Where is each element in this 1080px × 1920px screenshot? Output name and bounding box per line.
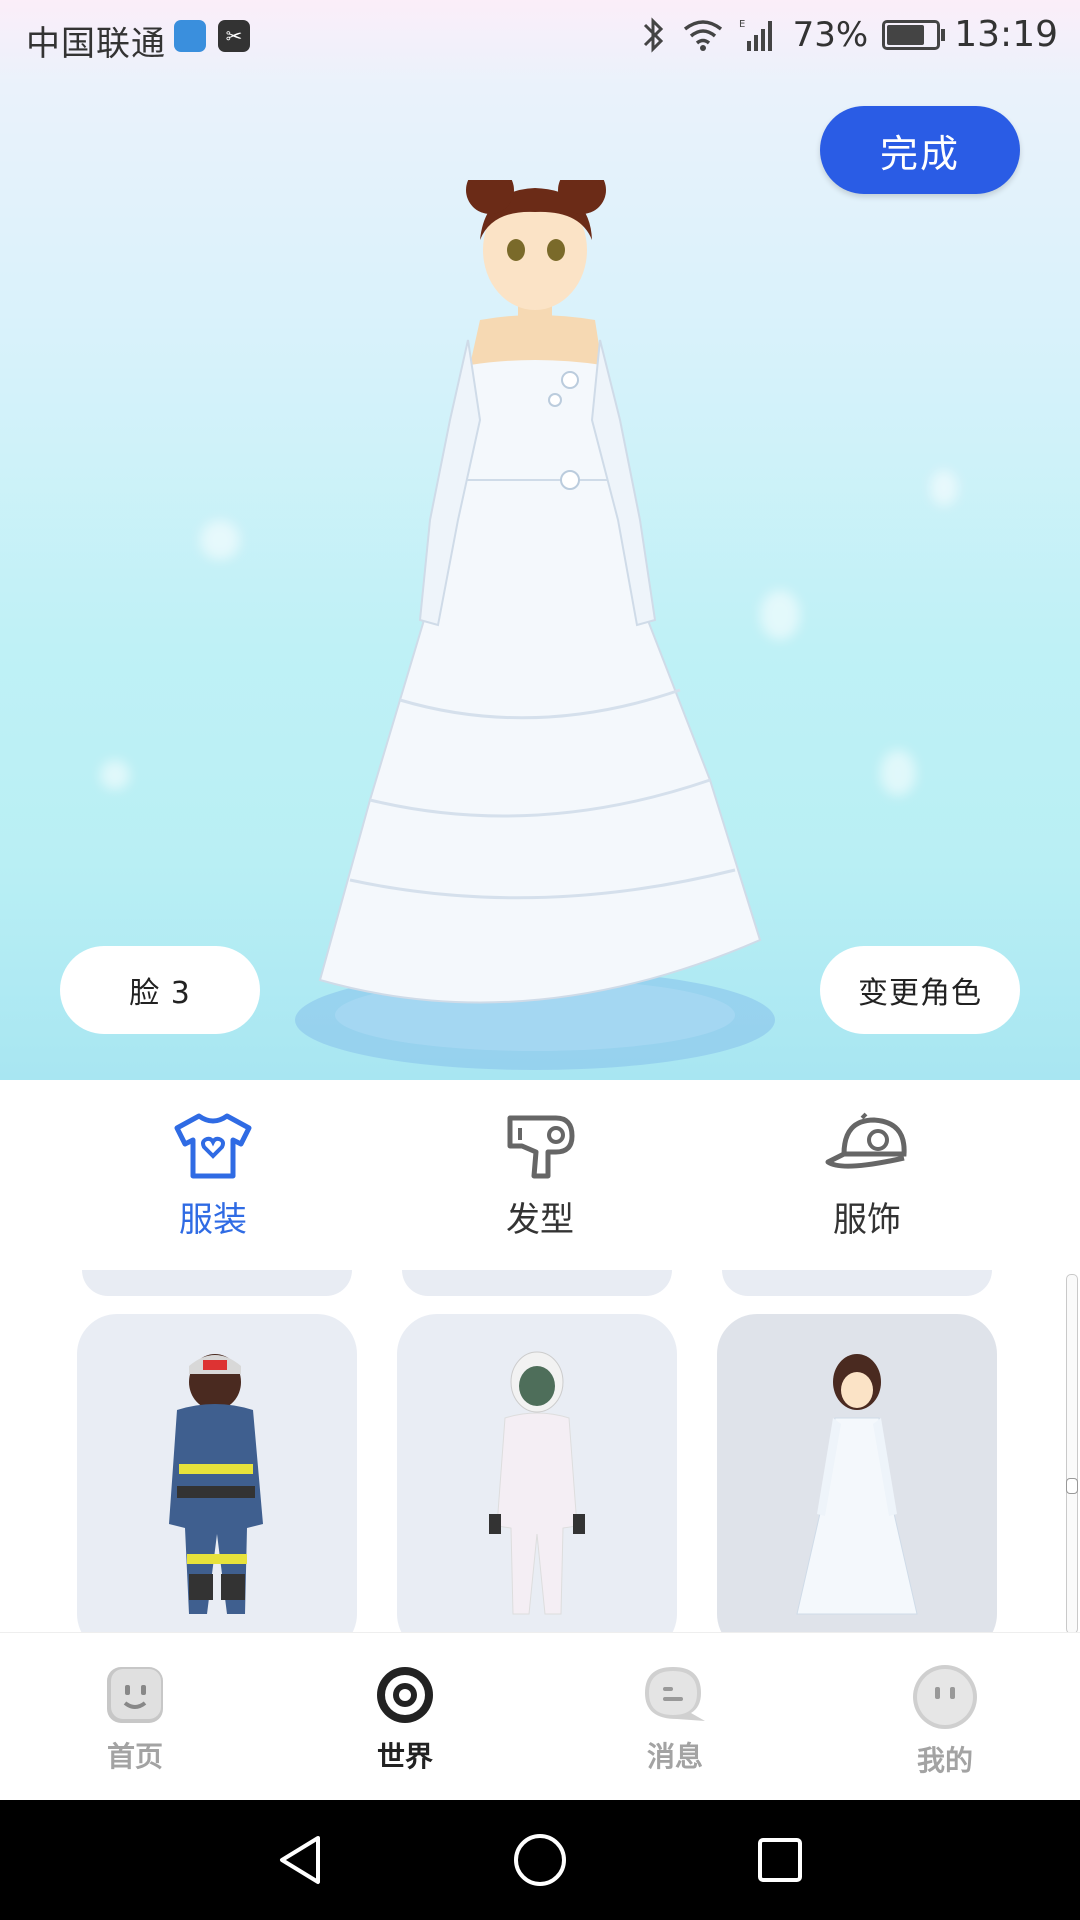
bokeh-light: [100, 760, 130, 790]
battery-percent: 73%: [792, 14, 869, 55]
firefighter-outfit-image: [169, 1354, 263, 1614]
world-ring-icon: [377, 1667, 433, 1723]
tab-accessories[interactable]: 服饰: [787, 1110, 947, 1241]
nav-world[interactable]: 世界: [330, 1663, 480, 1775]
face-select-button[interactable]: 脸 3: [60, 946, 260, 1034]
back-icon[interactable]: [270, 1830, 330, 1890]
tshirt-icon: [174, 1113, 252, 1179]
svg-text:E: E: [739, 19, 745, 30]
nav-home-label: 首页: [106, 1740, 163, 1773]
done-button[interactable]: 完成: [820, 106, 1020, 194]
tab-hairstyle[interactable]: 发型: [460, 1110, 620, 1241]
status-time: 13:19: [954, 14, 1058, 55]
avatar-character: [295, 180, 775, 1070]
nav-messages-label: 消息: [646, 1740, 703, 1773]
nav-home[interactable]: 首页: [60, 1663, 210, 1775]
carrier-name: 中国联通: [26, 24, 166, 64]
outfit-tile-partial[interactable]: [402, 1270, 672, 1296]
tab-accessories-label: 服饰: [833, 1200, 901, 1240]
bluetooth-icon: [643, 16, 663, 53]
capcut-app-icon: ✂: [218, 20, 250, 52]
home-face-icon: [107, 1667, 163, 1723]
outfit-grid: [0, 1270, 1080, 1632]
grid-scrollbar[interactable]: [1066, 1274, 1078, 1634]
cap-icon: [825, 1112, 907, 1169]
astronaut-outfit-image: [489, 1351, 585, 1615]
bokeh-light: [880, 750, 916, 796]
tab-clothing-label: 服装: [179, 1200, 247, 1240]
tab-clothing[interactable]: 服装: [133, 1110, 293, 1241]
bottom-navigation: 首页 世界 消息 我的: [0, 1632, 1080, 1801]
shield-app-icon: [174, 20, 206, 52]
outfit-tile-wedding-dress[interactable]: [717, 1314, 997, 1632]
profile-face-icon: [913, 1665, 977, 1729]
category-tabs: 服装 发型 服饰: [0, 1080, 1080, 1270]
bokeh-light: [200, 520, 240, 560]
hair-dryer-icon: [507, 1115, 575, 1179]
home-circle-icon[interactable]: [510, 1830, 570, 1890]
outfit-tile-firefighter[interactable]: [77, 1314, 357, 1632]
nav-profile-label: 我的: [916, 1744, 973, 1777]
change-character-button[interactable]: 变更角色: [820, 946, 1020, 1034]
signal-icon: E: [739, 19, 772, 51]
battery-icon: [882, 19, 946, 50]
wedding-dress-outfit-image: [796, 1354, 918, 1615]
nav-profile[interactable]: 我的: [870, 1663, 1020, 1779]
outfit-tile-astronaut[interactable]: [397, 1314, 677, 1632]
tab-hairstyle-label: 发型: [506, 1200, 574, 1240]
recents-square-icon[interactable]: [750, 1830, 810, 1890]
outfit-tile-partial[interactable]: [722, 1270, 992, 1296]
system-navigation-bar: [0, 1800, 1080, 1920]
grid-scrollbar-thumb[interactable]: [1066, 1478, 1078, 1494]
message-bubble-icon: [645, 1667, 705, 1721]
nav-messages[interactable]: 消息: [600, 1663, 750, 1775]
bokeh-light: [930, 470, 958, 506]
nav-world-label: 世界: [376, 1740, 433, 1773]
status-bar: 中国联通 ✂ E 73% 13:19: [0, 0, 1080, 74]
avatar-preview-area: 中国联通 ✂ E 73% 13:19 完成 脸 3 变更角色: [0, 0, 1080, 1080]
wifi-icon: [683, 19, 722, 51]
outfit-tile-partial[interactable]: [82, 1270, 352, 1296]
